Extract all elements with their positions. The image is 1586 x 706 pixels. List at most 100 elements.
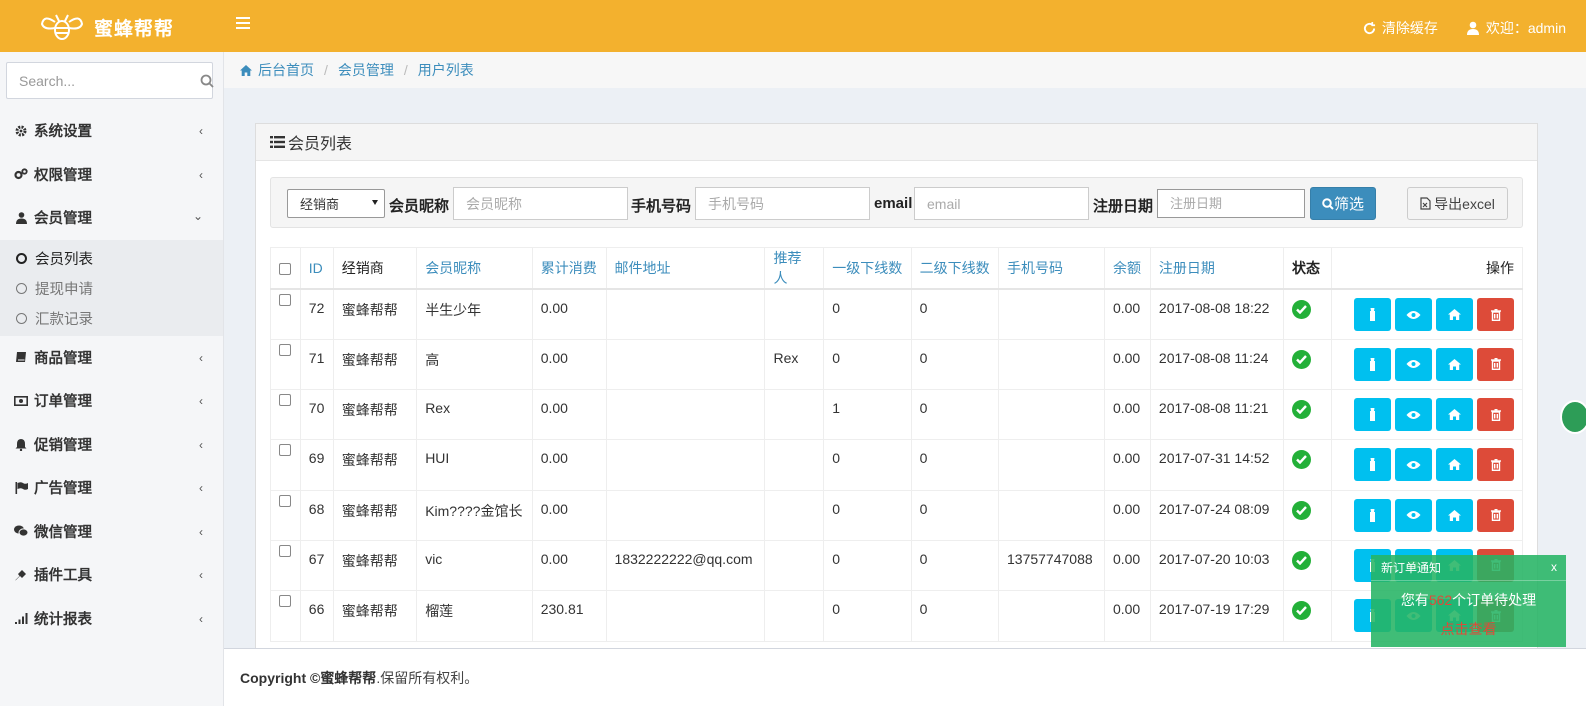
- sidebar-item-system[interactable]: 系统设置 ‹: [0, 109, 223, 153]
- brand-logo[interactable]: 蜜蜂帮帮: [40, 12, 174, 42]
- row-checkbox[interactable]: [279, 343, 292, 356]
- cell-email: 1832222222@qq.com: [605, 539, 766, 592]
- col-email[interactable]: 邮件地址: [605, 247, 766, 290]
- col-balance[interactable]: 余额: [1103, 247, 1151, 290]
- delete-button[interactable]: [1477, 498, 1514, 532]
- sidebar-item-products[interactable]: 商品管理 ‹: [0, 336, 223, 380]
- delete-button[interactable]: [1477, 347, 1514, 381]
- edit-shirt-button[interactable]: [1354, 448, 1391, 482]
- row-checkbox[interactable]: [279, 394, 292, 407]
- col-nickname[interactable]: 会员昵称: [416, 247, 533, 290]
- phone-input[interactable]: [695, 187, 870, 220]
- cell-status: [1283, 539, 1332, 592]
- file-excel-icon: [1420, 197, 1431, 210]
- floating-chat-icon[interactable]: [1560, 400, 1586, 434]
- col-spend[interactable]: 累计消费: [531, 247, 607, 290]
- wechat-icon: [14, 524, 28, 538]
- breadcrumb-members[interactable]: 会员管理: [338, 60, 394, 80]
- status-ok-icon[interactable]: [1292, 500, 1312, 520]
- view-button[interactable]: [1395, 498, 1432, 532]
- copyright-brand[interactable]: 蜜蜂帮帮: [320, 668, 376, 688]
- cell-level1: 0: [823, 489, 912, 541]
- row-checkbox[interactable]: [279, 294, 292, 306]
- edit-shirt-button[interactable]: [1354, 298, 1391, 331]
- export-button-label: 导出excel: [1434, 195, 1495, 212]
- export-excel-button[interactable]: 导出excel: [1407, 187, 1508, 220]
- view-button[interactable]: [1395, 448, 1432, 482]
- sidebar-item-ads[interactable]: 广告管理 ‹: [0, 466, 223, 510]
- email-input[interactable]: [914, 187, 1089, 220]
- col-id[interactable]: ID: [299, 247, 334, 290]
- sidebar-item-members[interactable]: 会员管理 ⌄: [0, 196, 223, 240]
- user-menu[interactable]: 欢迎：admin: [1466, 18, 1566, 38]
- edit-shirt-button[interactable]: [1354, 498, 1391, 532]
- status-ok-icon[interactable]: [1292, 349, 1312, 369]
- breadcrumb-user-list[interactable]: 用户列表: [418, 60, 474, 80]
- view-button[interactable]: [1395, 347, 1432, 381]
- view-button[interactable]: [1395, 298, 1432, 331]
- user-icon: [14, 211, 28, 225]
- home-button[interactable]: [1436, 498, 1473, 532]
- row-checkbox[interactable]: [279, 494, 292, 507]
- cell-dealer: 蜜蜂帮帮: [332, 338, 418, 391]
- cell-referrer: [764, 389, 825, 441]
- row-checkbox[interactable]: [279, 544, 292, 557]
- col-date[interactable]: 注册日期: [1149, 247, 1285, 290]
- notification-view-link[interactable]: 点击查看: [1371, 619, 1566, 639]
- home-button[interactable]: [1436, 398, 1473, 432]
- home-button[interactable]: [1436, 298, 1473, 331]
- col-referrer[interactable]: 推荐人: [764, 247, 825, 290]
- clear-cache-link[interactable]: 清除缓存: [1363, 18, 1438, 38]
- home-button[interactable]: [1436, 448, 1473, 482]
- sidebar-item-orders[interactable]: 订单管理 ‹: [0, 379, 223, 423]
- sidebar-subitem-withdraw[interactable]: 提现申请: [0, 274, 223, 304]
- status-ok-icon[interactable]: [1292, 300, 1312, 319]
- col-level1[interactable]: 一级下线数: [823, 247, 912, 290]
- filter-button[interactable]: 筛选: [1310, 187, 1376, 220]
- date-input[interactable]: [1157, 189, 1305, 218]
- select-all-checkbox[interactable]: [279, 263, 292, 276]
- breadcrumb-home[interactable]: 后台首页: [258, 60, 314, 80]
- sidebar-item-permission[interactable]: 权限管理 ‹: [0, 153, 223, 197]
- trash-icon: [1490, 308, 1501, 321]
- notification-close-button[interactable]: x: [1551, 560, 1557, 574]
- row-checkbox[interactable]: [279, 444, 292, 457]
- view-button[interactable]: [1395, 398, 1432, 432]
- bee-logo-icon: [40, 14, 84, 40]
- col-level2[interactable]: 二级下线数: [910, 247, 1000, 290]
- status-ok-icon[interactable]: [1292, 550, 1312, 570]
- edit-shirt-button[interactable]: [1354, 347, 1391, 381]
- dealer-select[interactable]: 经销商: [287, 189, 385, 218]
- member-table: ID 经销商 会员昵称 累计消费 邮件地址 推荐人 一级下线数 二级下线数 手机…: [270, 247, 1523, 642]
- sidebar-item-plugins[interactable]: 插件工具 ‹: [0, 553, 223, 597]
- sidebar-item-promotions[interactable]: 促销管理 ‹: [0, 423, 223, 467]
- member-list-panel: 会员列表 经销商 会员昵称 手机号码 email 注册日期 筛选 导出excel…: [255, 123, 1538, 663]
- sidebar-item-wechat[interactable]: 微信管理 ‹: [0, 510, 223, 554]
- status-ok-icon[interactable]: [1292, 601, 1312, 621]
- menu-toggle-icon[interactable]: [236, 17, 250, 31]
- nickname-input[interactable]: [453, 187, 628, 220]
- status-ok-icon[interactable]: [1292, 400, 1312, 420]
- delete-button[interactable]: [1477, 298, 1514, 331]
- refresh-icon: [1363, 21, 1375, 34]
- row-checkbox[interactable]: [279, 595, 292, 608]
- cell-email: [605, 288, 766, 340]
- list-icon: [270, 136, 285, 148]
- edit-shirt-button[interactable]: [1354, 398, 1391, 432]
- delete-button[interactable]: [1477, 448, 1514, 482]
- table-row: 67 蜜蜂帮帮 vic 0.00 1832222222@qq.com 0 0 1…: [270, 539, 1523, 592]
- delete-button[interactable]: [1477, 398, 1514, 432]
- trash-icon: [1490, 509, 1501, 522]
- cell-level2: 0: [910, 590, 1000, 642]
- cell-email: [605, 590, 766, 642]
- sidebar-subitem-remittance[interactable]: 汇款记录: [0, 304, 223, 334]
- sidebar-item-reports[interactable]: 统计报表 ‹: [0, 597, 223, 641]
- cell-id: 66: [299, 590, 334, 642]
- sidebar-subitem-member-list[interactable]: 会员列表: [0, 244, 223, 274]
- col-phone[interactable]: 手机号码: [998, 247, 1105, 290]
- home-button[interactable]: [1436, 347, 1473, 381]
- row-select-cell: [270, 288, 301, 340]
- status-ok-icon[interactable]: [1292, 450, 1312, 470]
- sidebar-search-input[interactable]: [7, 72, 200, 89]
- search-icon[interactable]: [200, 74, 214, 88]
